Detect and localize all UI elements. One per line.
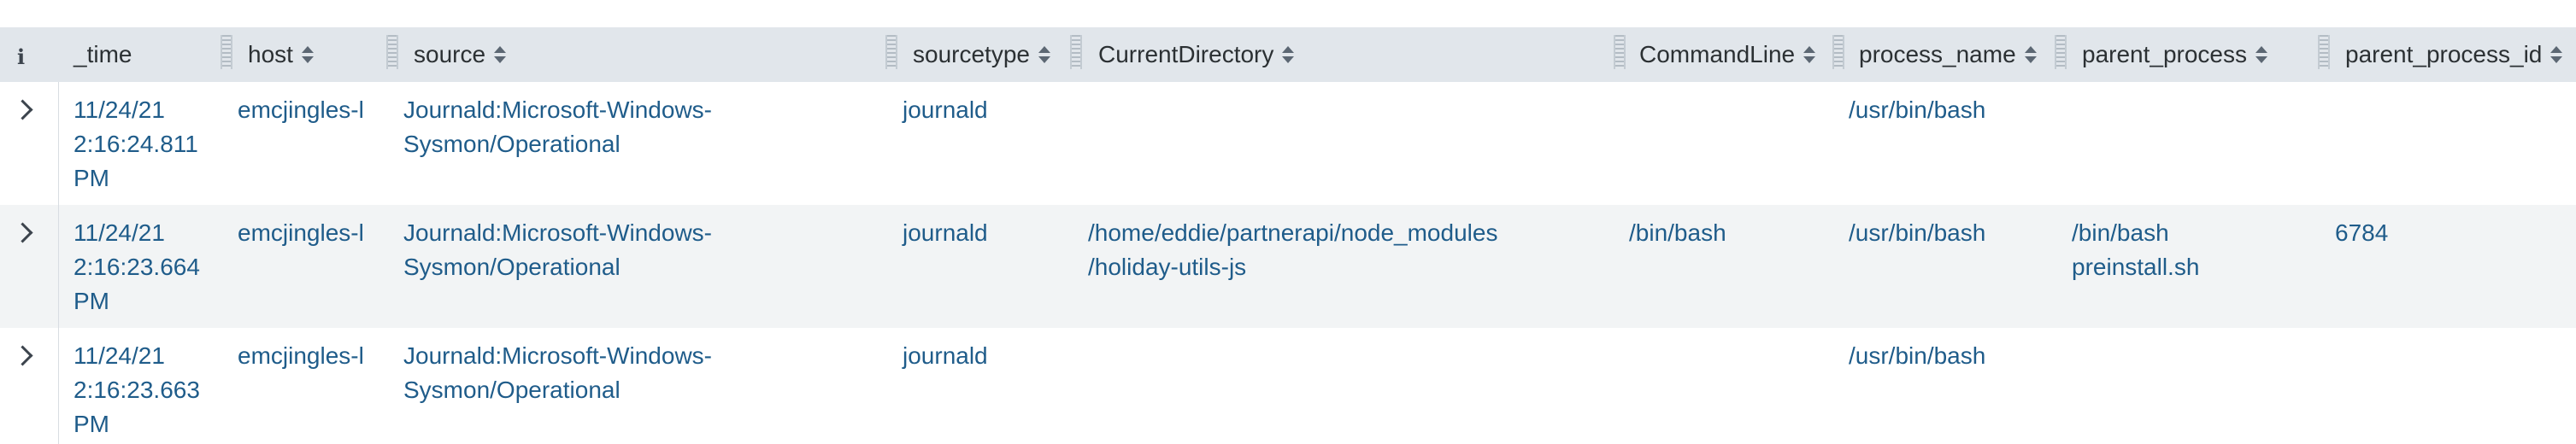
- column-header-process-name[interactable]: process_name: [1859, 27, 2037, 82]
- current-directory-cell[interactable]: /home/eddie/partnerapi/node_modules /hol…: [1088, 216, 1497, 284]
- column-label-current-directory: CurrentDirectory: [1098, 41, 1274, 67]
- column-header-command-line[interactable]: CommandLine: [1639, 27, 1816, 82]
- column-resize-handle[interactable]: [2055, 35, 2067, 69]
- sort-icon[interactable]: [301, 45, 314, 64]
- time-cell[interactable]: 11/24/21 2:16:23.664 PM: [74, 216, 200, 318]
- parent-process-id-cell[interactable]: 6784: [2335, 216, 2388, 250]
- source-line: Journald:Microsoft-Windows-: [403, 96, 712, 123]
- time-clock: 2:16:24.811: [74, 131, 198, 157]
- info-icon[interactable]: i: [17, 44, 25, 69]
- chevron-right-icon[interactable]: [12, 222, 33, 243]
- column-resize-handle[interactable]: [885, 35, 897, 69]
- sort-icon[interactable]: [1803, 45, 1816, 64]
- time-clock: 2:16:23.664: [74, 254, 200, 280]
- source-line: Sysmon/Operational: [403, 377, 620, 403]
- column-resize-handle[interactable]: [386, 35, 398, 69]
- time-cell[interactable]: 11/24/21 2:16:23.663 PM: [74, 339, 200, 441]
- column-resize-handle[interactable]: [1614, 35, 1626, 69]
- sort-icon[interactable]: [2255, 45, 2268, 64]
- chevron-right-icon[interactable]: [12, 345, 33, 366]
- column-resize-handle[interactable]: [1070, 35, 1082, 69]
- column-header-sourcetype[interactable]: sourcetype: [913, 27, 1050, 82]
- table-row: 11/24/21 2:16:23.663 PM emcjingles-l Jou…: [0, 328, 2576, 444]
- process-name-cell[interactable]: /usr/bin/bash: [1849, 93, 1985, 127]
- source-line: Journald:Microsoft-Windows-: [403, 219, 712, 246]
- source-line: Sysmon/Operational: [403, 131, 620, 157]
- table-header: i _time host source sourcetype CurrentDi…: [0, 27, 2576, 82]
- source-line: Sysmon/Operational: [403, 254, 620, 280]
- parent-process-cell[interactable]: /bin/bash preinstall.sh: [2072, 216, 2199, 284]
- sourcetype-cell[interactable]: journald: [903, 216, 988, 250]
- sort-icon[interactable]: [1282, 45, 1295, 64]
- source-line: Journald:Microsoft-Windows-: [403, 342, 712, 369]
- time-date: 11/24/21: [74, 342, 165, 369]
- column-header-source[interactable]: source: [414, 27, 507, 82]
- time-ampm: PM: [74, 288, 109, 314]
- parent-process-line: /bin/bash: [2072, 219, 2169, 246]
- row-divider: [58, 205, 59, 328]
- source-cell[interactable]: Journald:Microsoft-Windows- Sysmon/Opera…: [403, 339, 712, 407]
- time-clock: 2:16:23.663: [74, 377, 200, 403]
- parent-process-line: preinstall.sh: [2072, 254, 2200, 280]
- column-label-command-line: CommandLine: [1639, 41, 1796, 67]
- source-cell[interactable]: Journald:Microsoft-Windows- Sysmon/Opera…: [403, 216, 712, 284]
- column-label-process-name: process_name: [1859, 41, 2016, 67]
- column-label-host: host: [248, 41, 293, 67]
- sort-icon[interactable]: [494, 45, 507, 64]
- column-resize-handle[interactable]: [221, 35, 232, 69]
- current-directory-line: /holiday-utils-js: [1088, 254, 1247, 280]
- host-cell[interactable]: emcjingles-l: [238, 339, 364, 373]
- column-resize-handle[interactable]: [1832, 35, 1844, 69]
- column-header-time[interactable]: _time: [74, 27, 132, 82]
- process-name-cell[interactable]: /usr/bin/bash: [1849, 339, 1985, 373]
- row-divider: [58, 328, 59, 444]
- column-label-time: _time: [74, 41, 132, 67]
- column-label-sourcetype: sourcetype: [913, 41, 1030, 67]
- column-header-parent-process-id[interactable]: parent_process_id: [2345, 27, 2563, 82]
- sourcetype-cell[interactable]: journald: [903, 339, 988, 373]
- process-name-cell[interactable]: /usr/bin/bash: [1849, 216, 1985, 250]
- events-table: i _time host source sourcetype CurrentDi…: [0, 0, 2576, 444]
- command-line-cell[interactable]: /bin/bash: [1629, 216, 1726, 250]
- current-directory-line: /home/eddie/partnerapi/node_modules: [1088, 219, 1498, 246]
- time-date: 11/24/21: [74, 219, 165, 246]
- column-header-parent-process[interactable]: parent_process: [2082, 27, 2268, 82]
- sort-icon[interactable]: [2024, 45, 2037, 64]
- column-label-source: source: [414, 41, 486, 67]
- source-cell[interactable]: Journald:Microsoft-Windows- Sysmon/Opera…: [403, 93, 712, 161]
- column-label-parent-process-id: parent_process_id: [2345, 41, 2543, 67]
- column-resize-handle[interactable]: [2318, 35, 2330, 69]
- host-cell[interactable]: emcjingles-l: [238, 216, 364, 250]
- column-header-current-directory[interactable]: CurrentDirectory: [1098, 27, 1295, 82]
- column-header-host[interactable]: host: [248, 27, 314, 82]
- time-date: 11/24/21: [74, 96, 165, 123]
- row-divider: [58, 82, 59, 205]
- chevron-right-icon[interactable]: [12, 99, 33, 120]
- time-cell[interactable]: 11/24/21 2:16:24.811 PM: [74, 93, 198, 196]
- time-ampm: PM: [74, 165, 109, 191]
- table-row: 11/24/21 2:16:24.811 PM emcjingles-l Jou…: [0, 82, 2576, 205]
- time-ampm: PM: [74, 411, 109, 437]
- host-cell[interactable]: emcjingles-l: [238, 93, 364, 127]
- sourcetype-cell[interactable]: journald: [903, 93, 988, 127]
- sort-icon[interactable]: [1038, 45, 1050, 64]
- column-label-parent-process: parent_process: [2082, 41, 2248, 67]
- sort-icon[interactable]: [2550, 45, 2563, 64]
- table-row: 11/24/21 2:16:23.664 PM emcjingles-l Jou…: [0, 205, 2576, 328]
- top-strip: [0, 0, 2576, 27]
